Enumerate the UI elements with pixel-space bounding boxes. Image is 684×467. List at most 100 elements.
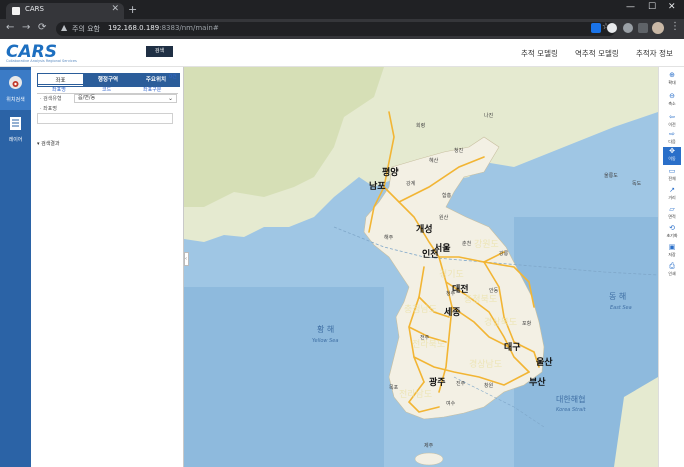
tab-close-icon[interactable]: ✕ — [111, 4, 119, 14]
city-label: 남포 — [369, 180, 386, 192]
extension-icon[interactable] — [623, 23, 633, 33]
maximize-button[interactable]: ☐ — [648, 2, 656, 12]
place-label: 창원 — [484, 382, 494, 389]
place-label: 독도 — [632, 181, 642, 187]
panel-collapse-handle[interactable]: ‹ — [184, 252, 189, 266]
minimize-button[interactable]: — — [626, 2, 635, 12]
reset-button[interactable]: ⟲ 초기화 — [663, 224, 681, 242]
city-label: 세종 — [444, 306, 461, 318]
sea-label: 대한해협 — [556, 394, 585, 404]
city-label: 울산 — [536, 356, 553, 368]
province-label: 강원도 — [474, 239, 499, 250]
browser-tabbar: CARS ✕ + — ☐ ✕ — [0, 0, 684, 19]
area-icon: ▱ — [669, 205, 675, 213]
logo-subtitle: Collaborative Analysis Regional Services — [6, 59, 77, 63]
pan-icon: ✥ — [669, 147, 675, 155]
place-label: 포항 — [522, 320, 532, 327]
save-button[interactable]: ▣ 저장 — [663, 243, 681, 261]
favicon-icon — [12, 7, 20, 15]
url-text: 192.168.0.189:8383/nm/main# — [108, 24, 219, 32]
place-label: 강계 — [406, 180, 416, 187]
place-label: 해주 — [384, 234, 394, 241]
place-label: 제주 — [424, 442, 434, 449]
place-label: 강릉 — [499, 250, 509, 257]
province-label: 경상북도 — [484, 316, 517, 328]
menu-backtracking-modeling[interactable]: 역추적 모델링 — [575, 48, 619, 59]
menu-tracking-modeling[interactable]: 추적 모델링 — [521, 48, 558, 59]
new-tab-button[interactable]: + — [128, 3, 137, 16]
location-icon — [9, 76, 22, 89]
column-header: 좌표구분 — [143, 87, 162, 93]
search-type-value: 읍/면/동 — [78, 95, 96, 101]
city-label: 광주 — [429, 376, 446, 388]
app-header: CARS Collaborative Analysis Regional Ser… — [0, 39, 684, 67]
place-label: 안동 — [489, 287, 499, 294]
place-label: 혜산 — [429, 157, 439, 164]
print-button[interactable]: ⎙ 인쇄 — [663, 262, 681, 280]
profile-avatar[interactable] — [652, 22, 664, 34]
results-table-header: 좌표명 코드 좌표구분 — [37, 84, 178, 94]
distance-icon: ↗ — [669, 186, 675, 194]
sea-label: 황 해 — [317, 324, 334, 334]
place-label: 원산 — [439, 214, 449, 221]
save-icon: ▣ — [668, 243, 676, 251]
map-view[interactable]: 강원도 경기도 충청북도 충청남도 경상북도 전라북도 경상남도 전라남도 회령… — [184, 67, 658, 467]
rail-item-location-search[interactable]: 위치검색 — [0, 70, 31, 110]
sea-label-en: East Sea — [610, 305, 632, 311]
close-window-button[interactable]: ✕ — [668, 2, 676, 12]
extension-icon[interactable] — [607, 23, 617, 33]
zoom-in-button[interactable]: ⊕ 확대 — [663, 71, 681, 89]
column-header: 코드 — [102, 87, 112, 93]
next-icon: ⇨ — [669, 130, 675, 138]
back-button[interactable]: ← — [6, 22, 14, 33]
chevron-down-icon: ⌄ — [167, 95, 173, 102]
distance-button[interactable]: ↗ 거리 — [663, 186, 681, 204]
search-type-label: · 검색유형 — [40, 96, 62, 102]
map-toolbar: ⊕ 확대 ⊖ 축소 ⇦ 이전 ⇨ 다음 ✥ 이동 ▭ 전체 ↗ 거리 ▱ 면적 ⟲ 초기화 ▣ 저장… — [658, 67, 684, 467]
province-label: 충청남도 — [404, 304, 437, 315]
place-label: 여수 — [446, 400, 456, 407]
browser-tab[interactable]: CARS ✕ — [6, 3, 124, 19]
pan-button[interactable]: ✥ 이동 — [663, 147, 681, 165]
place-label: 나진 — [484, 112, 494, 119]
rail-item-layers[interactable]: 레이어 — [0, 110, 31, 150]
search-type-select[interactable]: 읍/면/동 ⌄ — [74, 94, 177, 103]
place-label: 전주 — [420, 334, 430, 341]
fullscreen-button[interactable]: ▭ 전체 — [663, 167, 681, 185]
search-button[interactable]: 검색 — [146, 46, 173, 57]
address-bar[interactable]: ▲ 주의 요함 192.168.0.189:8383/nm/main# ☆ — [56, 22, 616, 36]
place-label: 진주 — [456, 380, 466, 387]
place-label: 춘천 — [462, 240, 472, 247]
app-window: CARS ✕ + — ☐ ✕ ← → ⟳ ▲ 주의 요함 192.168.0.1… — [0, 0, 684, 467]
next-button[interactable]: ⇨ 다음 — [663, 130, 681, 148]
zoom-out-button[interactable]: ⊖ 축소 — [663, 92, 681, 110]
zoom-out-icon: ⊖ — [669, 92, 675, 100]
print-icon: ⎙ — [669, 262, 675, 270]
area-button[interactable]: ▱ 면적 — [663, 205, 681, 223]
reload-button[interactable]: ⟳ — [38, 22, 46, 33]
tab-title: CARS — [25, 5, 44, 13]
side-rail: 위치검색 레이어 — [0, 67, 31, 467]
extension-icon[interactable] — [591, 23, 601, 33]
previous-button[interactable]: ⇦ 이전 — [663, 113, 681, 131]
city-label: 대구 — [504, 341, 521, 353]
back-icon: ⇦ — [669, 113, 675, 121]
coordinate-name-input[interactable] — [37, 113, 173, 124]
sea-label-en: Yellow Sea — [312, 338, 338, 344]
place-label: 함흥 — [442, 192, 452, 199]
browser-menu-icon[interactable]: ⋮ — [670, 21, 680, 32]
security-label: 주의 요함 — [72, 25, 100, 33]
layers-icon — [9, 116, 22, 130]
province-label: 전라남도 — [399, 389, 432, 400]
city-label: 대전 — [452, 283, 469, 295]
puzzle-icon[interactable] — [638, 23, 648, 33]
city-label: 서울 — [434, 242, 451, 254]
reset-icon: ⟲ — [669, 224, 675, 232]
rail-label: 레이어 — [8, 137, 23, 143]
fullscreen-icon: ▭ — [668, 167, 676, 175]
menu-tracker-info[interactable]: 추적자 정보 — [636, 48, 673, 59]
city-label: 부산 — [529, 376, 546, 388]
forward-button[interactable]: → — [22, 22, 30, 33]
city-label: 평양 — [382, 166, 399, 178]
map-canvas: 강원도 경기도 충청북도 충청남도 경상북도 전라북도 경상남도 전라남도 회령… — [184, 67, 658, 467]
